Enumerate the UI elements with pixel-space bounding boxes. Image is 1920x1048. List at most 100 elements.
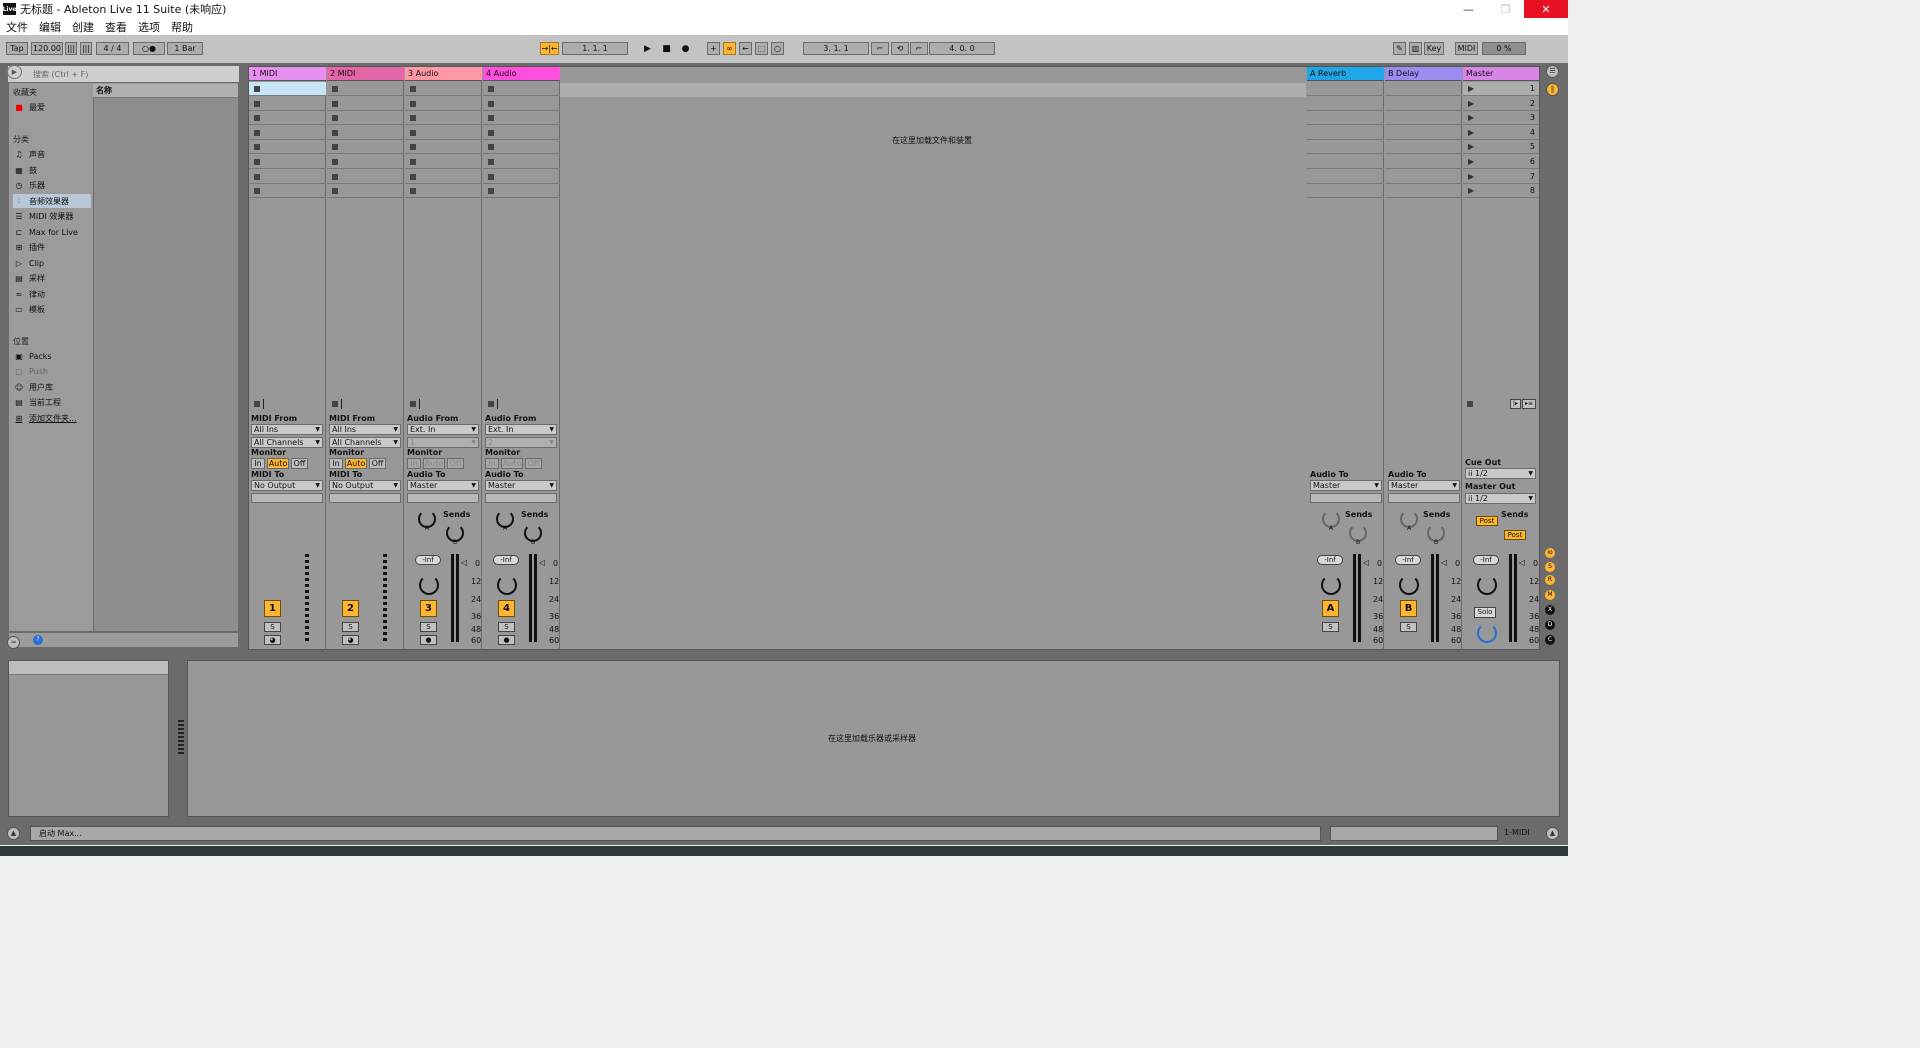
- clip-slot[interactable]: [249, 155, 326, 169]
- key-map-button[interactable]: Key: [1424, 42, 1444, 55]
- stop-clips-icon[interactable]: [488, 401, 494, 407]
- solo-button[interactable]: S: [1400, 622, 1417, 632]
- scene-play-icon[interactable]: ▶: [1468, 99, 1474, 108]
- loop-length-field[interactable]: 4. 0. 0: [929, 42, 995, 55]
- output-type-select[interactable]: Master: [1310, 480, 1382, 491]
- clip-stop-icon[interactable]: [410, 86, 416, 92]
- arrangement-position-field[interactable]: 1. 1. 1: [562, 42, 628, 55]
- volume-display[interactable]: -Inf: [493, 555, 519, 565]
- menu-create[interactable]: 创建: [72, 19, 94, 35]
- clip-stop-icon[interactable]: [410, 173, 416, 180]
- pan-knob[interactable]: [1399, 575, 1419, 595]
- clip-stop-icon[interactable]: [488, 144, 494, 151]
- output-channel-select[interactable]: [329, 493, 401, 503]
- solo-button[interactable]: S: [498, 622, 515, 632]
- menu-view[interactable]: 查看: [105, 19, 127, 35]
- fader-arrow-icon[interactable]: ◁: [461, 558, 467, 567]
- scene-launch[interactable]: ▶ 8: [1463, 184, 1539, 199]
- clip-stop-icon[interactable]: [332, 173, 338, 180]
- session-view-icon[interactable]: ☰: [1546, 65, 1559, 78]
- scene-launch[interactable]: ▶ 5: [1463, 140, 1539, 155]
- input-channel-select[interactable]: All Channels: [329, 437, 401, 448]
- arm-icon[interactable]: ●: [420, 635, 437, 645]
- clip-slot[interactable]: [327, 140, 404, 155]
- category-clips[interactable]: ▷ Clip: [13, 256, 91, 270]
- scene-launch[interactable]: ▶ 2: [1463, 97, 1539, 111]
- stop-clips-icon[interactable]: [410, 401, 416, 407]
- monitor-off-button[interactable]: Off: [525, 458, 542, 469]
- category-sounds[interactable]: ♫ 声音: [13, 147, 91, 161]
- clip-slot[interactable]: [249, 111, 326, 126]
- performance-toggle-icon[interactable]: C: [1545, 635, 1555, 645]
- volume-display[interactable]: -Inf: [1395, 555, 1421, 565]
- track-activator-button[interactable]: A: [1322, 600, 1339, 617]
- output-channel-select[interactable]: [485, 493, 557, 503]
- back-to-arrangement-icon[interactable]: ←: [739, 42, 752, 55]
- clip-slot[interactable]: [405, 155, 482, 169]
- monitor-off-button[interactable]: Off: [291, 458, 308, 469]
- clip-stop-icon[interactable]: [254, 188, 260, 195]
- solo-button[interactable]: S: [1322, 622, 1339, 632]
- track-activator-button[interactable]: 1: [264, 600, 281, 617]
- volume-display[interactable]: -Inf: [415, 555, 441, 565]
- clip-slot[interactable]: [483, 140, 560, 155]
- output-channel-select[interactable]: [407, 493, 479, 503]
- scene-launch[interactable]: ▶ 6: [1463, 155, 1539, 169]
- clip-stop-icon[interactable]: [254, 144, 260, 151]
- place-user-library[interactable]: ☺ 用户库: [13, 380, 91, 394]
- show-browser-icon[interactable]: ▲: [7, 827, 20, 840]
- clip-stop-icon[interactable]: [410, 100, 416, 107]
- clip-slot[interactable]: [327, 82, 404, 96]
- track-title[interactable]: 4 Audio: [483, 67, 560, 81]
- pan-knob[interactable]: [1477, 575, 1497, 595]
- clip-slot[interactable]: [327, 155, 404, 169]
- category-max-for-live[interactable]: ⊏ Max for Live: [13, 225, 91, 239]
- arm-icon[interactable]: ●: [498, 635, 515, 645]
- category-samples[interactable]: ▤ 采样: [13, 271, 91, 285]
- volume-display[interactable]: -Inf: [1473, 555, 1499, 565]
- monitor-in-button[interactable]: In: [485, 458, 499, 469]
- place-add-folder[interactable]: ⊞ 添加文件夹...: [13, 411, 91, 425]
- clip-stop-icon[interactable]: [254, 86, 260, 92]
- browser-search-input[interactable]: 搜索 (Ctrl + F): [8, 66, 239, 83]
- minimize-button[interactable]: —: [1450, 0, 1487, 18]
- time-signature-field[interactable]: 4 / 4: [96, 42, 129, 55]
- clip-slot[interactable]: [483, 111, 560, 126]
- close-button[interactable]: ✕: [1524, 0, 1568, 18]
- cue-out-select[interactable]: ii 1/2: [1465, 468, 1536, 479]
- session-record-icon[interactable]: ○: [771, 42, 784, 55]
- input-type-select[interactable]: All Ins: [251, 424, 323, 435]
- clip-stop-icon[interactable]: [488, 115, 494, 122]
- clip-slot[interactable]: [483, 170, 560, 184]
- place-current-project[interactable]: ▤ 当前工程: [13, 395, 91, 409]
- fader-arrow-icon[interactable]: ◁: [1363, 558, 1369, 567]
- menu-options[interactable]: 选项: [138, 19, 160, 35]
- preview-play-icon[interactable]: ▶: [7, 65, 22, 79]
- tap-tempo-button[interactable]: Tap: [6, 42, 28, 55]
- computer-midi-keyboard-icon[interactable]: ▥: [1409, 42, 1422, 55]
- pan-knob[interactable]: [1321, 575, 1341, 595]
- clip-slot[interactable]: [249, 97, 326, 111]
- scene-play-icon[interactable]: ▶: [1468, 186, 1474, 195]
- clip-stop-icon[interactable]: [332, 129, 338, 136]
- clip-slot[interactable]: [405, 111, 482, 126]
- output-type-select[interactable]: No Output: [251, 480, 323, 491]
- tempo-field[interactable]: 120.00: [31, 42, 63, 55]
- stop-icon[interactable]: ■: [660, 42, 673, 55]
- input-type-select[interactable]: Ext. In: [485, 424, 557, 435]
- clip-slot[interactable]: [483, 126, 560, 140]
- solo-button[interactable]: S: [342, 622, 359, 632]
- category-drums[interactable]: ▦ 鼓: [13, 163, 91, 177]
- clip-stop-icon[interactable]: [488, 100, 494, 107]
- clip-stop-icon[interactable]: [410, 188, 416, 195]
- arrangement-view-icon[interactable]: ‖: [1546, 83, 1559, 96]
- clip-stop-icon[interactable]: [254, 159, 260, 165]
- overdub-icon[interactable]: +: [707, 42, 720, 55]
- post-send-b-button[interactable]: Post: [1504, 530, 1526, 540]
- browser-column-header[interactable]: 名称: [93, 84, 238, 98]
- scene-launch[interactable]: ▶ 3: [1463, 111, 1539, 126]
- arm-icon[interactable]: ◕: [264, 635, 281, 645]
- clip-slot[interactable]: [483, 97, 560, 111]
- io-toggle-icon[interactable]: io: [1545, 548, 1555, 558]
- place-packs[interactable]: ▣ Packs: [13, 349, 91, 363]
